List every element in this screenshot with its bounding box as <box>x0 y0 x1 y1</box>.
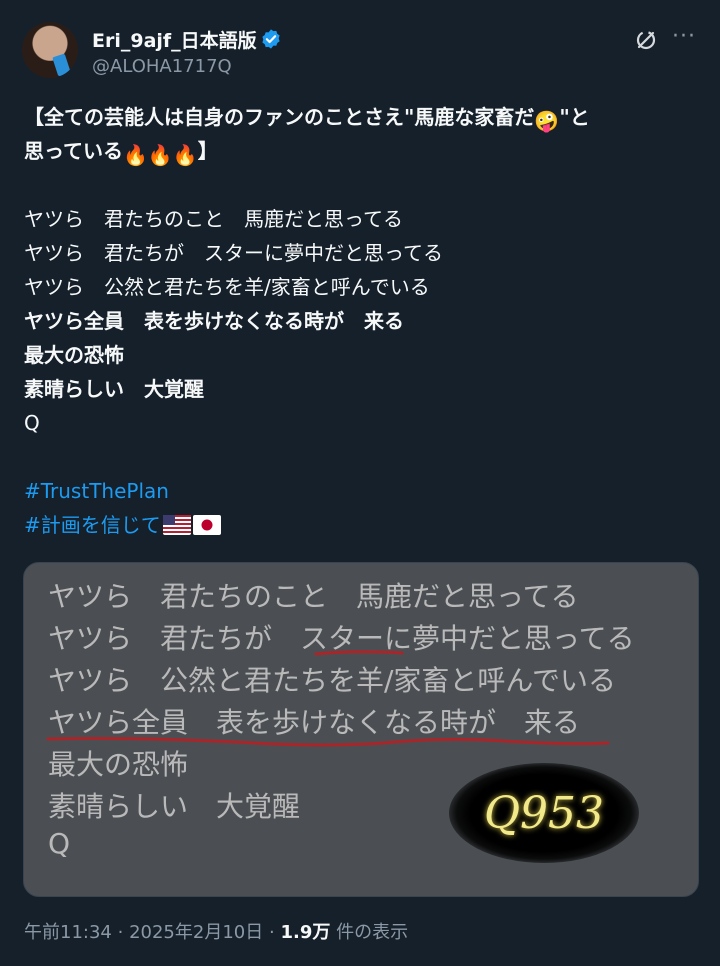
zany-face-emoji-icon: 🤪 <box>534 109 560 133</box>
post-text: 【全ての芸能人は自身のファンのことさえ"馬鹿な家畜だ🤪"と 思っている🔥🔥🔥】 … <box>24 100 700 542</box>
q953-logo: Q953 <box>449 763 639 863</box>
post-line: ヤツら 君たちが スターに夢中だと思ってる <box>24 241 443 265</box>
fire-emoji-icon: 🔥🔥🔥 <box>123 143 198 167</box>
hashtag-link[interactable]: #計画を信じて <box>24 513 161 537</box>
post-line-bold: ヤツら全員 表を歩けなくなる時が 来る <box>24 309 404 333</box>
more-options-icon[interactable]: ··· <box>672 24 696 49</box>
post-time[interactable]: 午前11:34 <box>24 922 112 943</box>
hashtag-link[interactable]: #TrustThePlan <box>24 474 700 508</box>
post-title-line-2: 思っている🔥🔥🔥】 <box>24 134 700 168</box>
hashtag-line: #計画を信じて <box>24 508 700 542</box>
post-date[interactable]: 2025年2月10日 <box>129 922 263 943</box>
view-count-label: 件の表示 <box>330 922 409 943</box>
post-line-bold: 素晴らしい 大覚醒 <box>24 377 204 401</box>
avatar[interactable] <box>22 22 78 78</box>
post-title-line-1: 【全ての芸能人は自身のファンのことさえ"馬鹿な家畜だ🤪"と <box>24 100 700 134</box>
post-metadata: 午前11:34 · 2025年2月10日 · 1.9万 件の表示 <box>24 922 409 943</box>
japan-flag-icon <box>192 515 221 535</box>
us-flag-icon <box>162 515 191 535</box>
verified-badge-icon <box>262 29 280 49</box>
grok-icon[interactable] <box>634 28 658 52</box>
user-handle[interactable]: @ALOHA1717Q <box>92 56 232 77</box>
post-line-q: Q <box>24 411 40 435</box>
display-name[interactable]: Eri_9ajf_日本語版 <box>92 26 257 53</box>
post-line-bold: 最大の恐怖 <box>24 343 124 367</box>
post-header: Eri_9ajf_日本語版 @ALOHA1717Q ··· <box>22 22 698 84</box>
post-line: ヤツら 君たちのこと 馬鹿だと思ってる <box>24 207 403 231</box>
post-image[interactable]: ヤツら 君たちのこと 馬鹿だと思ってる ヤツら 君たちが スターに夢中だと思って… <box>23 562 699 897</box>
view-count: 1.9万 <box>280 922 331 943</box>
post-line: ヤツら 公然と君たちを羊/家畜と呼んでいる <box>24 275 430 299</box>
